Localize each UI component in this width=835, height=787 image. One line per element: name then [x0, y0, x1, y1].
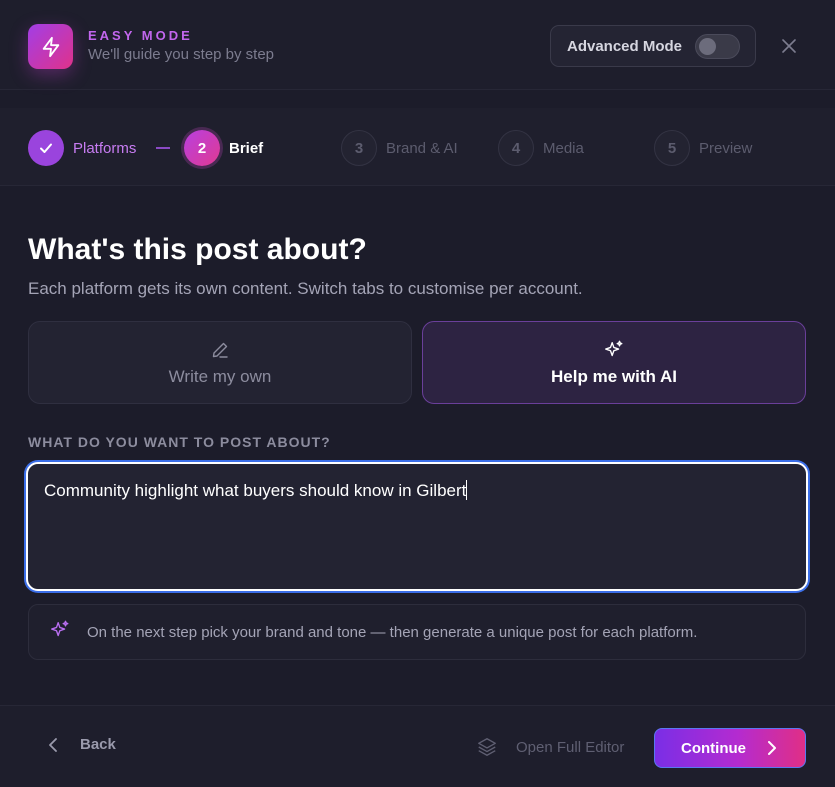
hint-box: On the next step pick your brand and ton… [28, 604, 806, 660]
open-full-editor-label: Open Full Editor [516, 738, 625, 756]
post-topic-label: WHAT DO YOU WANT TO POST ABOUT? [28, 434, 331, 450]
step-label: Media [543, 139, 584, 157]
step-connector [156, 147, 170, 149]
chevron-right-icon [768, 741, 776, 755]
sparkles-icon [49, 619, 71, 646]
post-topic-value: Community highlight what buyers should k… [44, 481, 467, 500]
switch-knob [699, 38, 716, 55]
step-number: 4 [498, 130, 534, 166]
mode-subtitle: We'll guide you step by step [88, 46, 275, 63]
advanced-mode-switch[interactable] [695, 34, 740, 59]
step-platforms[interactable]: Platforms [28, 130, 136, 166]
text-caret [466, 480, 468, 500]
progress-stepper: Platforms 2 Brief 3 Brand & AI 4 Media 5… [0, 108, 835, 186]
step-label: Brand & AI [386, 139, 458, 157]
modal-header: EASY MODE We'll guide you step by step A… [0, 0, 835, 90]
advanced-mode-label: Advanced Mode [567, 37, 683, 55]
step-number: 5 [654, 130, 690, 166]
choice-label: Help me with AI [551, 366, 677, 386]
lightning-bolt-icon [28, 24, 73, 69]
choice-label: Write my own [168, 366, 272, 386]
step-number: 3 [341, 130, 377, 166]
step-label: Preview [699, 139, 753, 157]
continue-label: Continue [681, 739, 746, 757]
check-icon [28, 130, 64, 166]
mode-title: EASY MODE [88, 28, 193, 43]
step-media: 4 Media [498, 130, 584, 166]
page-subtitle: Each platform gets its own content. Swit… [28, 279, 583, 298]
step-preview: 5 Preview [654, 130, 752, 166]
chevron-left-icon [49, 737, 57, 752]
step-brand-ai: 3 Brand & AI [341, 130, 458, 166]
back-label: Back [80, 736, 116, 753]
back-button[interactable]: Back [48, 736, 116, 753]
step-number: 2 [184, 130, 220, 166]
step-label: Platforms [73, 139, 137, 157]
hint-text: On the next step pick your brand and ton… [87, 623, 698, 641]
page-title: What's this post about? [28, 233, 367, 266]
help-me-with-ai-option[interactable]: Help me with AI [422, 321, 806, 404]
post-topic-input[interactable]: Community highlight what buyers should k… [26, 462, 808, 591]
step-label: Brief [229, 139, 264, 157]
advanced-mode-toggle[interactable]: Advanced Mode [550, 25, 756, 67]
write-my-own-option[interactable]: Write my own [28, 321, 412, 404]
continue-button[interactable]: Continue [654, 728, 806, 768]
layers-icon [478, 738, 496, 756]
modal-footer: Back Open Full Editor Continue [0, 705, 835, 787]
close-icon [782, 39, 796, 53]
pencil-icon [210, 339, 230, 361]
close-button[interactable] [777, 34, 801, 58]
open-full-editor-button[interactable]: Open Full Editor [476, 736, 624, 758]
step-brief[interactable]: 2 Brief [184, 130, 263, 166]
sparkles-icon [603, 339, 625, 361]
